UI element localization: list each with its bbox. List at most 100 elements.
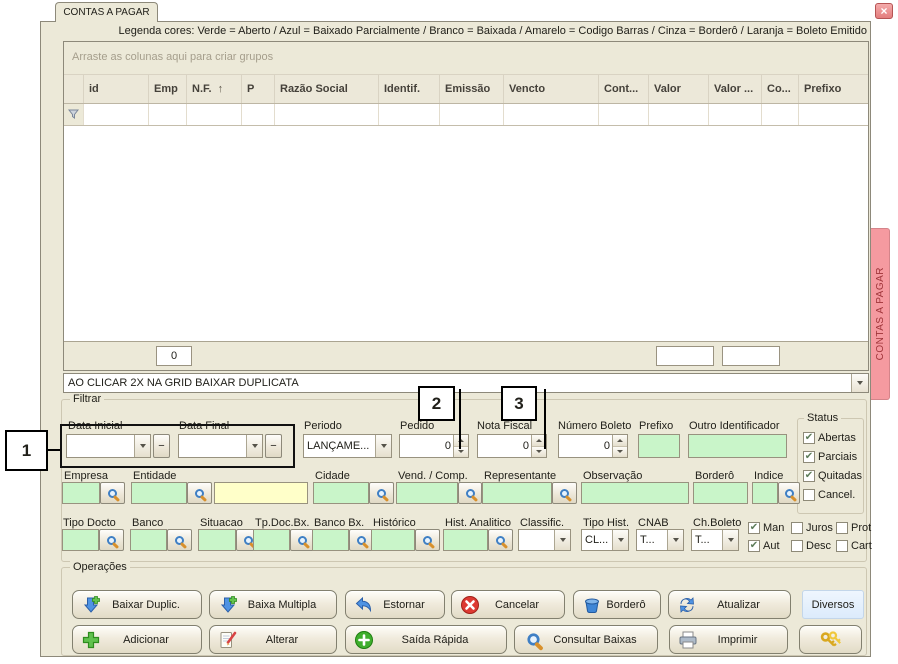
cidade-search-button[interactable] [369,482,394,504]
tab-contas-a-pagar[interactable]: CONTAS A PAGAR [55,2,158,22]
column-header-prefixo[interactable]: Prefixo [799,75,868,103]
diversos-button[interactable]: Diversos [802,590,864,619]
pedido-spin-up-button[interactable] [454,435,468,447]
check-man[interactable]: ✔ Man [748,522,784,534]
filter-cell-valor[interactable] [649,104,709,125]
filter-cell-identif[interactable] [379,104,440,125]
column-header-cont[interactable]: Cont... [599,75,649,103]
adicionar-button[interactable]: Adicionar [72,625,202,654]
observacao-input[interactable] [581,482,689,504]
representante-search-button[interactable] [552,482,577,504]
filter-cell-prefixo[interactable] [799,104,868,125]
checkbox-checked-icon[interactable]: ✔ [748,540,760,552]
checkbox-checked-icon[interactable]: ✔ [748,522,760,534]
cnab-dropdown-button[interactable] [667,530,683,550]
entidade-input[interactable] [131,482,187,504]
situacao-input[interactable] [198,529,236,551]
consultar-baixas-button[interactable]: Consultar Baixas [514,625,658,654]
hist-analitico-input[interactable] [443,529,488,551]
filter-cell-emp[interactable] [149,104,187,125]
column-header-emissao[interactable]: Emissão [440,75,504,103]
numero-boleto-spin-up-button[interactable] [613,435,627,447]
periodo-dropdown-button[interactable] [375,435,391,457]
grid-body[interactable] [64,126,868,341]
check-aut[interactable]: ✔ Aut [748,540,780,552]
representante-input[interactable] [482,482,552,504]
bordero-input[interactable] [693,482,748,504]
column-header-razao-social[interactable]: Razão Social [275,75,379,103]
filter-cell-nf[interactable] [187,104,242,125]
close-button[interactable]: × [875,3,893,19]
empresa-search-button[interactable] [100,482,125,504]
ch-boleto-combo[interactable]: T... [691,529,739,551]
periodo-combo[interactable]: LANÇAME... [303,434,392,458]
keys-button[interactable] [799,625,862,654]
filter-cell-vencto[interactable] [504,104,599,125]
checkbox-unchecked-icon[interactable] [791,540,803,552]
numero-boleto-spin-down-button[interactable] [613,447,627,458]
column-header-valor2[interactable]: Valor ... [709,75,762,103]
tipo-docto-search-button[interactable] [99,529,124,551]
tipo-hist-dropdown-button[interactable] [612,530,628,550]
imprimir-button[interactable]: Imprimir [669,625,788,654]
tipo-hist-combo[interactable]: CL... [581,529,629,551]
checkbox-checked-icon[interactable]: ✔ [803,432,815,444]
grid-action-combo[interactable]: AO CLICAR 2X NA GRID BAIXAR DUPLICATA [63,373,869,393]
column-header-id[interactable]: id [84,75,149,103]
cancelar-button[interactable]: Cancelar [451,590,565,619]
banco-input[interactable] [130,529,167,551]
historico-search-button[interactable] [415,529,440,551]
check-desc[interactable]: Desc [791,540,831,552]
filter-cell-id[interactable] [84,104,149,125]
hist-analitico-search-button[interactable] [488,529,513,551]
ch-boleto-dropdown-button[interactable] [722,530,738,550]
indice-input[interactable] [752,482,778,504]
numero-boleto-spinner[interactable]: 0 [558,434,628,458]
tipo-docto-input[interactable] [62,529,99,551]
filter-cell-p[interactable] [242,104,275,125]
bordero-button[interactable]: Borderô [573,590,661,619]
nota-fiscal-spinner[interactable]: 0 [477,434,547,458]
outro-identificador-input[interactable] [688,434,787,458]
column-header-identif[interactable]: Identif. [379,75,440,103]
banco-search-button[interactable] [167,529,192,551]
checkbox-unchecked-icon[interactable] [791,522,803,534]
group-by-bar[interactable]: Arraste as colunas aqui para criar grupo… [64,42,868,74]
cnab-combo[interactable]: T... [636,529,684,551]
classific-combo[interactable] [518,529,571,551]
status-option-abertas[interactable]: ✔ Abertas [803,432,856,444]
filter-row-selector[interactable] [64,104,84,125]
empresa-input[interactable] [62,482,100,504]
estornar-button[interactable]: Estornar [345,590,445,619]
column-header-vencto[interactable]: Vencto [504,75,599,103]
column-header-p[interactable]: P [242,75,275,103]
indice-search-button[interactable] [778,482,800,504]
entidade-name-input[interactable] [214,482,308,504]
status-option-cancel[interactable]: Cancel. [803,489,855,501]
column-header-valor[interactable]: Valor [649,75,709,103]
prefixo-input[interactable] [638,434,680,458]
column-header-nf[interactable]: N.F.↑ [187,75,242,103]
vend-comp-search-button[interactable] [458,482,482,504]
baixa-multipla-button[interactable]: Baixa Multipla [209,590,337,619]
banco-bx-input[interactable] [312,529,349,551]
side-tab-contas-a-pagar[interactable]: CONTAS A PAGAR [871,228,890,400]
checkbox-unchecked-icon[interactable] [836,540,848,552]
column-header-co[interactable]: Co... [762,75,799,103]
saida-rapida-button[interactable]: Saída Rápida [345,625,507,654]
filter-cell-co[interactable] [762,104,799,125]
check-cart[interactable]: Cart [836,540,872,552]
checkbox-unchecked-icon[interactable] [836,522,848,534]
tp-doc-bx-input[interactable] [253,529,290,551]
atualizar-button[interactable]: Atualizar [668,590,791,619]
filter-cell-valor2[interactable] [709,104,762,125]
check-prot[interactable]: Prot [836,522,871,534]
column-header-selector[interactable] [64,75,84,103]
entidade-search-button[interactable] [187,482,212,504]
vend-comp-input[interactable] [396,482,458,504]
filter-cell-razao-social[interactable] [275,104,379,125]
classific-dropdown-button[interactable] [554,530,570,550]
check-juros[interactable]: Juros [791,522,833,534]
filter-cell-emissao[interactable] [440,104,504,125]
historico-input[interactable] [371,529,415,551]
